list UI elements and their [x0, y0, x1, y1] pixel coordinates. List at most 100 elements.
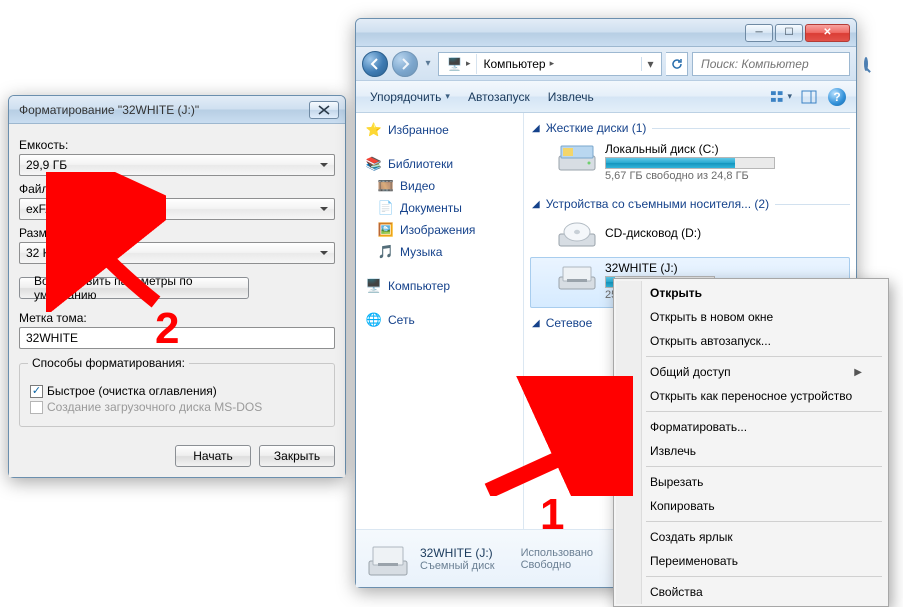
- menu-rename[interactable]: Переименовать: [616, 549, 886, 573]
- star-icon: ⭐: [366, 122, 382, 138]
- nav-music[interactable]: 🎵 Музыка: [360, 241, 519, 263]
- menu-cut[interactable]: Вырезать: [616, 470, 886, 494]
- filesystem-label: Файловая система:: [19, 182, 335, 196]
- minimize-icon[interactable]: ─: [745, 24, 773, 42]
- nav-images[interactable]: 🖼️ Изображения: [360, 219, 519, 241]
- menu-share[interactable]: Общий доступ▶: [616, 360, 886, 384]
- address-dropdown-icon[interactable]: ▾: [641, 57, 659, 71]
- cluster-value: 32 КБ: [26, 246, 58, 260]
- drive-d[interactable]: CD-дисковод (D:): [530, 214, 850, 257]
- drive-c-sub: 5,67 ГБ свободно из 24,8 ГБ: [605, 170, 775, 182]
- drive-c-name: Локальный диск (C:): [605, 142, 775, 156]
- quick-format-label: Быстрое (очистка оглавления): [47, 384, 217, 398]
- preview-pane-button[interactable]: [798, 86, 820, 108]
- documents-icon: 📄: [378, 200, 394, 216]
- details-subtitle: Съемный диск: [420, 560, 495, 572]
- details-col-free: Свободно: [521, 559, 593, 571]
- forward-button[interactable]: [392, 51, 418, 77]
- organize-button[interactable]: Упорядочить▾: [364, 86, 456, 108]
- computer-icon: 🖥️: [447, 57, 462, 71]
- submenu-arrow-icon: ▶: [854, 367, 862, 378]
- menu-create-shortcut[interactable]: Создать ярлык: [616, 525, 886, 549]
- images-icon: 🖼️: [378, 222, 394, 238]
- refresh-button[interactable]: [666, 52, 688, 76]
- back-button[interactable]: [362, 51, 388, 77]
- eject-button[interactable]: Извлечь: [542, 86, 600, 108]
- breadcrumb-computer-icon[interactable]: 🖥️ ▸: [441, 54, 477, 74]
- drive-c[interactable]: Локальный диск (C:) 5,67 ГБ свободно из …: [530, 138, 850, 189]
- group-hard-drives[interactable]: ◢ Жесткие диски (1): [530, 119, 850, 138]
- collapse-icon: ◢: [532, 199, 540, 210]
- details-title: 32WHITE (J:): [420, 546, 495, 560]
- menu-open-autoplay[interactable]: Открыть автозапуск...: [616, 329, 886, 353]
- menu-eject[interactable]: Извлечь: [616, 439, 886, 463]
- libraries-icon: 📚: [366, 156, 382, 172]
- annotation-number-1: 1: [540, 490, 564, 540]
- explorer-titlebar[interactable]: ─ ☐ ✕: [356, 19, 856, 47]
- maximize-icon[interactable]: ☐: [775, 24, 803, 42]
- view-mode-button[interactable]: ▾: [770, 86, 792, 108]
- checkbox-icon: [30, 385, 43, 398]
- computer-icon: 🖥️: [366, 278, 382, 294]
- help-button[interactable]: ?: [826, 86, 848, 108]
- drive-j-name: 32WHITE (J:): [605, 261, 715, 275]
- cd-drive-icon: [557, 218, 597, 250]
- close-icon[interactable]: ✕: [805, 24, 850, 42]
- explorer-nav-row: ▾ 🖥️ ▸ Компьютер ▸ ▾: [356, 47, 856, 81]
- format-options-legend: Способы форматирования:: [28, 356, 189, 370]
- capacity-select[interactable]: 29,9 ГБ: [19, 154, 335, 176]
- explorer-toolbar: Упорядочить▾ Автозапуск Извлечь ▾ ?: [356, 81, 856, 113]
- close-button[interactable]: Закрыть: [259, 445, 335, 467]
- nav-favorites[interactable]: ⭐ Избранное: [360, 119, 519, 141]
- msdos-boot-label: Создание загрузочного диска MS-DOS: [47, 400, 262, 414]
- group-label: Жесткие диски (1): [546, 121, 647, 135]
- menu-properties[interactable]: Свойства: [616, 580, 886, 604]
- menu-format[interactable]: Форматировать...: [616, 415, 886, 439]
- close-icon[interactable]: [309, 101, 339, 119]
- removable-drive-icon: [366, 539, 410, 579]
- hdd-icon: [557, 142, 597, 174]
- history-dropdown-icon[interactable]: ▾: [422, 58, 434, 69]
- search-field[interactable]: [699, 56, 860, 72]
- cluster-label: Размер кластера:: [19, 226, 335, 240]
- checkbox-icon: [30, 401, 43, 414]
- format-dialog-titlebar[interactable]: Форматирование "32WHITE (J:)": [9, 96, 345, 124]
- cluster-select[interactable]: 32 КБ: [19, 242, 335, 264]
- drive-c-usage-bar: [605, 157, 775, 169]
- nav-computer[interactable]: 🖥️ Компьютер: [360, 275, 519, 297]
- music-icon: 🎵: [378, 244, 394, 260]
- capacity-value: 29,9 ГБ: [26, 158, 67, 172]
- menu-open-new-window[interactable]: Открыть в новом окне: [616, 305, 886, 329]
- nav-videos[interactable]: 🎞️ Видео: [360, 175, 519, 197]
- menu-open-portable[interactable]: Открыть как переносное устройство: [616, 384, 886, 408]
- network-icon: 🌐: [366, 312, 382, 328]
- annotation-number-2: 2: [155, 304, 179, 354]
- restore-defaults-button[interactable]: Восстановить параметры по умолчанию: [19, 277, 249, 299]
- breadcrumb-label: Компьютер: [483, 57, 545, 71]
- quick-format-checkbox[interactable]: Быстрое (очистка оглавления): [30, 384, 324, 398]
- volume-label-value: 32WHITE: [26, 331, 78, 345]
- format-dialog: Форматирование "32WHITE (J:)" Емкость: 2…: [8, 95, 346, 478]
- nav-pane: ⭐ Избранное 📚 Библиотеки 🎞️ Видео 📄 Доку…: [356, 113, 524, 529]
- filesystem-select[interactable]: exFAT: [19, 198, 335, 220]
- start-button[interactable]: Начать: [175, 445, 251, 467]
- msdos-boot-checkbox: Создание загрузочного диска MS-DOS: [30, 400, 324, 414]
- search-input[interactable]: [692, 52, 850, 76]
- removable-drive-icon: [557, 261, 597, 293]
- format-options-group: Способы форматирования: Быстрое (очистка…: [19, 363, 335, 427]
- nav-network[interactable]: 🌐 Сеть: [360, 309, 519, 331]
- capacity-label: Емкость:: [19, 138, 335, 152]
- breadcrumb-item[interactable]: Компьютер ▸: [477, 54, 641, 74]
- filesystem-value: exFAT: [26, 202, 60, 216]
- nav-libraries[interactable]: 📚 Библиотеки: [360, 153, 519, 175]
- menu-open[interactable]: Открыть: [616, 281, 886, 305]
- group-removable[interactable]: ◢ Устройства со съемными носителя... (2): [530, 195, 850, 214]
- autoplay-button[interactable]: Автозапуск: [462, 86, 536, 108]
- nav-documents[interactable]: 📄 Документы: [360, 197, 519, 219]
- menu-copy[interactable]: Копировать: [616, 494, 886, 518]
- details-col-used: Использовано: [521, 547, 593, 559]
- group-label: Сетевое: [546, 316, 593, 330]
- video-icon: 🎞️: [378, 178, 394, 194]
- address-bar[interactable]: 🖥️ ▸ Компьютер ▸ ▾: [438, 52, 662, 76]
- format-dialog-title: Форматирование "32WHITE (J:)": [15, 103, 309, 117]
